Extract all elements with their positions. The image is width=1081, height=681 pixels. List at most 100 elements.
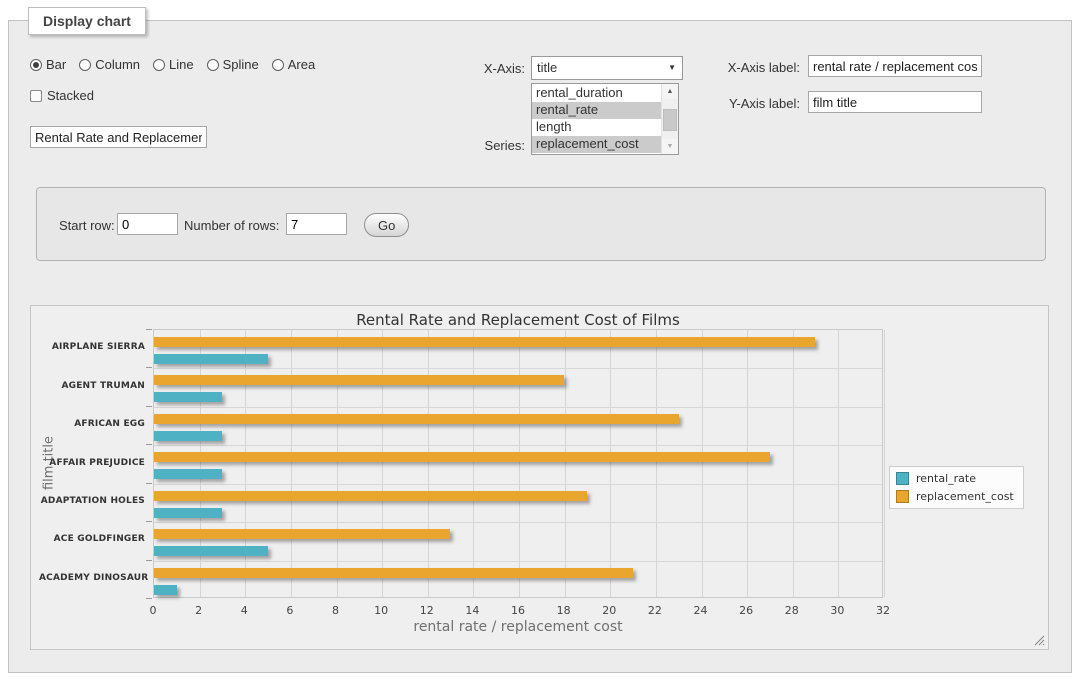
gridline-vertical: [702, 330, 703, 597]
radio-icon[interactable]: [207, 59, 219, 71]
gridline-vertical: [747, 330, 748, 597]
legend-label: replacement_cost: [916, 490, 1014, 503]
bar-rental_rate: [154, 585, 177, 595]
series-option-replacement_cost[interactable]: replacement_cost: [532, 136, 661, 153]
y-axis-label-input[interactable]: [808, 91, 982, 113]
chart-title-input[interactable]: [30, 126, 207, 148]
gridline-horizontal: [154, 407, 882, 408]
y-axis-tick: [146, 560, 152, 561]
series-option-rental_rate[interactable]: rental_rate: [532, 102, 661, 119]
scrollbar-thumb[interactable]: [663, 109, 677, 131]
x-axis-tick-label: 30: [830, 604, 844, 617]
gridline-vertical: [291, 330, 292, 597]
gridline-vertical: [337, 330, 338, 597]
radio-icon[interactable]: [79, 59, 91, 71]
series-option-length[interactable]: length: [532, 119, 661, 136]
x-axis-select-label: X-Axis:: [425, 61, 525, 76]
stacked-label: Stacked: [47, 88, 94, 103]
bar-replacement_cost: [154, 414, 679, 424]
y-axis-tick: [146, 444, 152, 445]
x-axis-label-input[interactable]: [808, 55, 982, 77]
number-of-rows-input[interactable]: [286, 213, 347, 235]
series-option-rental_duration[interactable]: rental_duration: [532, 85, 661, 102]
radio-icon[interactable]: [272, 59, 284, 71]
chart-type-label: Area: [288, 57, 315, 72]
chart-type-label: Spline: [223, 57, 259, 72]
x-axis-tick-label: 6: [286, 604, 293, 617]
chart-x-axis-title: rental rate / replacement cost: [153, 619, 883, 635]
x-axis-tick-label: 10: [374, 604, 388, 617]
stacked-checkbox-row[interactable]: Stacked: [30, 88, 94, 103]
gridline-horizontal: [154, 368, 882, 369]
chart-type-column[interactable]: Column: [79, 57, 140, 72]
x-axis-tick-label: 12: [420, 604, 434, 617]
bar-rental_rate: [154, 546, 268, 556]
start-row-input[interactable]: [117, 213, 178, 235]
page: Display chart Bar Column Line Spline Area St…: [0, 0, 1081, 681]
bar-replacement_cost: [154, 375, 564, 385]
y-axis-tick: [146, 329, 152, 330]
x-axis-tick-label: 26: [739, 604, 753, 617]
chart-type-line[interactable]: Line: [153, 57, 194, 72]
x-axis-tick-label: 32: [876, 604, 890, 617]
category-label: ADAPTATION HOLES: [39, 496, 145, 506]
category-label: AFRICAN EGG: [39, 419, 145, 429]
y-axis-tick: [146, 406, 152, 407]
y-axis-tick: [146, 521, 152, 522]
x-axis-tick-label: 8: [332, 604, 339, 617]
x-axis-tick-label: 18: [557, 604, 571, 617]
scroll-up-icon[interactable]: ▲: [662, 84, 678, 99]
category-label: AGENT TRUMAN: [39, 381, 145, 391]
bar-rental_rate: [154, 508, 222, 518]
chart-type-area[interactable]: Area: [272, 57, 315, 72]
rows-panel: Start row: Number of rows: Go: [36, 187, 1046, 261]
x-axis-tick-label: 16: [511, 604, 525, 617]
x-axis-tick-label: 14: [465, 604, 479, 617]
x-axis-tick-label: 0: [150, 604, 157, 617]
x-axis-tick-label: 20: [602, 604, 616, 617]
radio-icon[interactable]: [30, 59, 42, 71]
x-axis-tick-label: 24: [694, 604, 708, 617]
chart-legend: rental_rate replacement_cost: [889, 466, 1024, 509]
gridline-horizontal: [154, 561, 882, 562]
x-axis-tick-label: 22: [648, 604, 662, 617]
chart-type-bar[interactable]: Bar: [30, 57, 66, 72]
bar-rental_rate: [154, 469, 222, 479]
gridline-vertical: [245, 330, 246, 597]
y-axis-tick: [146, 598, 152, 599]
series-option-list: rental_durationrental_ratelengthreplacem…: [532, 84, 661, 154]
bar-replacement_cost: [154, 452, 770, 462]
series-list-scrollbar[interactable]: ▲ ▼: [661, 84, 678, 154]
bar-rental_rate: [154, 431, 222, 441]
resize-handle[interactable]: [1034, 635, 1045, 646]
scroll-down-icon[interactable]: ▼: [662, 139, 678, 154]
gridline-vertical: [884, 330, 885, 597]
x-axis-tick-label: 28: [785, 604, 799, 617]
gridline-vertical: [200, 330, 201, 597]
chart: Rental Rate and Replacement Cost of Film…: [30, 305, 1049, 650]
start-row-label: Start row:: [59, 218, 115, 233]
go-button[interactable]: Go: [364, 213, 409, 237]
legend-swatch: [896, 472, 909, 485]
plot-area: [153, 329, 883, 598]
legend-entry-replacement_cost: replacement_cost: [896, 490, 1014, 503]
category-label: AIRPLANE SIERRA: [39, 342, 145, 352]
legend-entry-rental_rate: rental_rate: [896, 472, 1014, 485]
gridline-horizontal: [154, 522, 882, 523]
chart-plot-title: Rental Rate and Replacement Cost of Film…: [153, 311, 883, 329]
radio-icon[interactable]: [153, 59, 165, 71]
chart-type-label: Bar: [46, 57, 66, 72]
bar-replacement_cost: [154, 491, 587, 501]
scrollbar-track[interactable]: [662, 99, 678, 139]
series-multiselect[interactable]: rental_durationrental_ratelengthreplacem…: [531, 83, 679, 155]
bar-replacement_cost: [154, 337, 815, 347]
x-axis-select-value: title: [537, 60, 557, 75]
stacked-checkbox[interactable]: [30, 90, 42, 102]
gridline-vertical: [519, 330, 520, 597]
chart-type-spline[interactable]: Spline: [207, 57, 259, 72]
panel-legend: Display chart: [28, 7, 146, 35]
bar-replacement_cost: [154, 529, 450, 539]
chevron-down-icon: ▼: [668, 64, 676, 72]
gridline-vertical: [838, 330, 839, 597]
x-axis-select[interactable]: title ▼: [531, 56, 683, 80]
